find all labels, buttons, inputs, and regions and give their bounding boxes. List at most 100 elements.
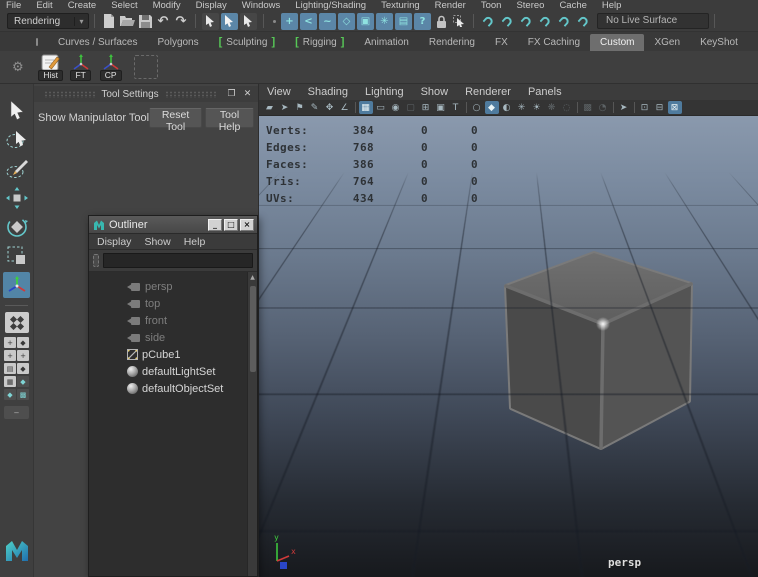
safe-action-icon[interactable]: ▣ xyxy=(434,101,448,114)
select-tool[interactable] xyxy=(3,98,30,124)
outliner-search-input[interactable] xyxy=(103,253,253,268)
gate-mask-icon[interactable]: ▢ xyxy=(404,101,418,114)
shelf-tab[interactable]: Polygons xyxy=(147,34,208,51)
outliner-list[interactable]: persp top front side xyxy=(89,272,257,576)
scroll-up-arrow-icon[interactable]: ▲ xyxy=(250,272,255,284)
outliner-menu-item[interactable]: Show xyxy=(144,236,170,248)
snap-point-magnet-icon[interactable] xyxy=(518,12,535,30)
layout-four-pane-button[interactable]: ◆ xyxy=(17,337,29,348)
menu-item[interactable]: Display xyxy=(196,0,227,11)
scrollbar-thumb[interactable] xyxy=(250,286,256,372)
paint-select-tool[interactable] xyxy=(3,156,30,182)
shaded-icon[interactable]: ◆ xyxy=(485,101,499,114)
layout-persp-button[interactable]: ◆ xyxy=(17,363,29,374)
outliner-item[interactable]: front xyxy=(89,312,247,329)
exposure-icon[interactable]: ▩ xyxy=(581,101,595,114)
sel-mask-asterisk-icon[interactable]: ✳ xyxy=(376,13,393,30)
shelf-tab[interactable]: Rigging xyxy=(285,33,354,51)
save-scene-icon[interactable] xyxy=(136,12,154,30)
select-component-icon[interactable] xyxy=(240,13,257,30)
shelf-button[interactable]: CP xyxy=(96,53,126,81)
layout-single-pane-button[interactable]: + xyxy=(4,337,16,348)
menu-item[interactable]: File xyxy=(6,0,21,11)
shelf-tab[interactable]: Sculpting xyxy=(209,33,285,51)
minimize-button[interactable]: _ xyxy=(208,219,222,231)
toolbar-separator[interactable] xyxy=(632,101,637,114)
grid-toggle-icon[interactable]: ▦ xyxy=(359,101,373,114)
shelf-tab[interactable]: FX Caching xyxy=(518,34,590,51)
outliner-menu-item[interactable]: Help xyxy=(184,236,206,248)
gamma-icon[interactable]: ◔ xyxy=(596,101,610,114)
panel-menu-item[interactable]: Renderer xyxy=(465,86,511,98)
panel-menu-item[interactable]: Panels xyxy=(528,86,562,98)
bookmark-icon[interactable]: ⚑ xyxy=(293,101,307,114)
tool-help-button[interactable]: Tool Help xyxy=(205,108,254,128)
shelf-tab[interactable]: Curves / Surfaces xyxy=(48,34,147,51)
layout-quad-button[interactable] xyxy=(5,312,29,333)
wireframe-icon[interactable]: ○ xyxy=(470,101,484,114)
resolution-gate-icon[interactable]: ◉ xyxy=(389,101,403,114)
menu-item[interactable]: Select xyxy=(111,0,137,11)
select-camera-icon[interactable]: ➤ xyxy=(278,101,292,114)
make-live-magnet-icon[interactable] xyxy=(575,12,592,30)
shelf-tab[interactable]: Animation xyxy=(354,34,418,51)
toolbar-separator[interactable] xyxy=(611,101,616,114)
layout-persp-graph-button[interactable]: ◆ xyxy=(17,376,29,387)
pcube-object[interactable] xyxy=(500,247,700,459)
ao-icon[interactable]: ❋ xyxy=(545,101,559,114)
tool-settings-header[interactable]: Tool Settings ❐ ✕ xyxy=(34,86,258,102)
sel-mask-render-icon[interactable]: ▤ xyxy=(395,13,412,30)
menu-item[interactable]: Render xyxy=(435,0,466,11)
lasso-select-tool[interactable] xyxy=(3,127,30,153)
sel-mask-grid-icon[interactable]: ▣ xyxy=(357,13,374,30)
last-tool-used[interactable] xyxy=(3,272,30,298)
menu-item[interactable]: Edit xyxy=(36,0,52,11)
maximize-button[interactable]: □ xyxy=(224,219,238,231)
shelf-tab[interactable]: TURTLE xyxy=(748,34,758,51)
layout-persp-uv-button[interactable]: ▩ xyxy=(17,389,29,400)
fan-icon[interactable]: ✥ xyxy=(323,101,337,114)
outliner-item[interactable]: side xyxy=(89,329,247,346)
shelf-menu-icon[interactable] xyxy=(36,38,38,46)
outliner-item[interactable]: pCube1 xyxy=(89,346,247,363)
layout-two-pane-side-button[interactable]: + xyxy=(4,350,16,361)
panel-menu-item[interactable]: Lighting xyxy=(365,86,404,98)
shelf-tab[interactable]: KeyShot xyxy=(690,34,748,51)
isolate-select-icon[interactable]: ➤ xyxy=(617,101,631,114)
group-collapse-dot[interactable] xyxy=(273,20,276,23)
layout-hypergraph-persp-button[interactable]: ▦ xyxy=(4,376,16,387)
layout-more-button[interactable]: ‒ xyxy=(4,406,29,419)
open-scene-icon[interactable] xyxy=(118,12,136,30)
toolbar-separator[interactable] xyxy=(353,101,358,114)
shelf-button[interactable]: FT xyxy=(66,53,96,81)
filter-icon[interactable] xyxy=(93,254,99,267)
shadows-icon[interactable]: ☀ xyxy=(530,101,544,114)
rotate-tool[interactable] xyxy=(3,214,30,240)
measure-icon[interactable]: ∠ xyxy=(338,101,352,114)
textured-icon[interactable]: ◐ xyxy=(500,101,514,114)
lock-icon[interactable] xyxy=(432,12,450,30)
outliner-item[interactable]: top xyxy=(89,295,247,312)
sel-mask-help-icon[interactable]: ? xyxy=(414,13,431,30)
shelf-tab[interactable]: Rendering xyxy=(419,34,485,51)
menu-item[interactable]: Modify xyxy=(153,0,181,11)
motion-blur-icon[interactable]: ◌ xyxy=(560,101,574,114)
outliner-item[interactable]: defaultLightSet xyxy=(89,363,247,380)
shelf-button[interactable]: Hist xyxy=(36,53,66,81)
use-all-lights-icon[interactable]: ✳ xyxy=(515,101,529,114)
menu-item[interactable]: Stereo xyxy=(516,0,544,11)
toolbar-separator[interactable] xyxy=(575,101,580,114)
camera-icon[interactable]: ▰ xyxy=(263,101,277,114)
chevron-down-icon[interactable]: ▾ xyxy=(74,17,88,26)
menu-item[interactable]: Windows xyxy=(242,0,281,11)
layout-outliner-persp-button[interactable]: ▤ xyxy=(4,363,16,374)
layout-two-pane-stacked-button[interactable]: + xyxy=(17,350,29,361)
snap-grid-magnet-icon[interactable] xyxy=(480,12,497,30)
snap-projected-center-magnet-icon[interactable] xyxy=(537,12,554,30)
shelf-tab[interactable]: Custom xyxy=(590,34,644,51)
pane-outliner-icon[interactable]: ⊠ xyxy=(668,101,682,114)
safe-title-icon[interactable]: T xyxy=(449,101,463,114)
outliner-menu-item[interactable]: Display xyxy=(97,236,131,248)
highlight-selection-icon[interactable] xyxy=(450,12,468,30)
pane-split-icon[interactable]: ⊟ xyxy=(653,101,667,114)
